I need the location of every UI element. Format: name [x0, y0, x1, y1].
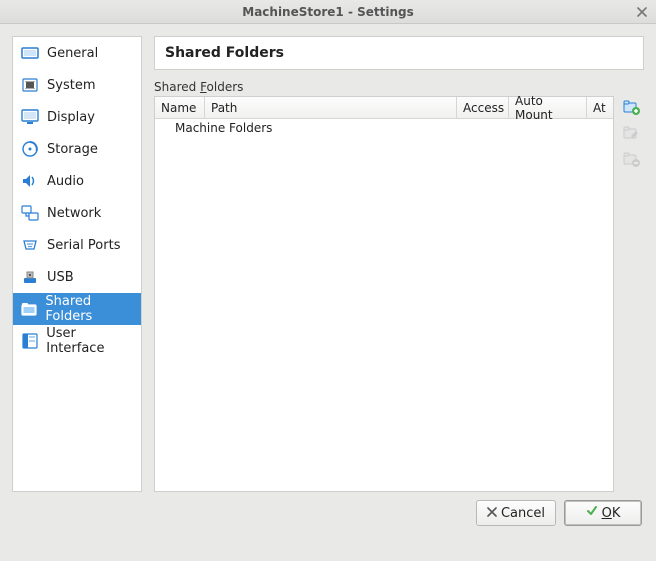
add-shared-folder-button[interactable] — [621, 96, 643, 118]
sidebar-item-label: USB — [47, 270, 74, 285]
edit-shared-folder-button — [621, 122, 643, 144]
sidebar-item-display[interactable]: Display — [13, 101, 141, 133]
sidebar-item-label: Audio — [47, 174, 84, 189]
sidebar-item-serial-ports[interactable]: Serial Ports — [13, 229, 141, 261]
close-icon[interactable] — [634, 4, 650, 20]
column-header-name[interactable]: Name — [155, 97, 205, 118]
column-header-access[interactable]: Access — [457, 97, 509, 118]
shared-folders-tree[interactable]: Name Path Access Auto Mount At Machine F… — [154, 96, 614, 492]
sidebar-item-shared-folders[interactable]: Shared Folders — [13, 293, 141, 325]
section-label-shared-folders: Shared Folders — [154, 80, 644, 94]
network-icon — [19, 202, 41, 224]
main-panel: Shared Folders Shared Folders Name Path … — [154, 36, 644, 492]
dialog-button-row: Cancel OK — [12, 500, 644, 526]
ok-button[interactable]: OK — [564, 500, 642, 526]
sidebar-item-label: Serial Ports — [47, 238, 120, 253]
folder-edit-icon — [623, 124, 641, 142]
tree-group-machine-folders[interactable]: Machine Folders — [155, 119, 613, 137]
sidebar-item-system[interactable]: System — [13, 69, 141, 101]
audio-icon — [19, 170, 41, 192]
user-interface-icon — [19, 330, 40, 352]
folder-add-icon — [623, 98, 641, 116]
display-icon — [19, 106, 41, 128]
sidebar-item-label: User Interface — [46, 326, 135, 356]
tree-header: Name Path Access Auto Mount At — [155, 97, 613, 119]
cancel-button-label: Cancel — [501, 506, 545, 521]
sidebar-item-general[interactable]: General — [13, 37, 141, 69]
cancel-icon — [487, 506, 497, 521]
ok-button-label: OK — [602, 506, 621, 521]
sidebar-item-label: Storage — [47, 142, 98, 157]
usb-icon — [19, 266, 41, 288]
page-title: Shared Folders — [154, 36, 644, 70]
page-title-text: Shared Folders — [165, 45, 284, 61]
sidebar-item-usb[interactable]: USB — [13, 261, 141, 293]
column-header-at[interactable]: At — [587, 97, 613, 118]
settings-sidebar: General System Display Storage — [12, 36, 142, 492]
sidebar-item-user-interface[interactable]: User Interface — [13, 325, 141, 357]
window-title: MachineStore1 - Settings — [242, 5, 414, 19]
sidebar-item-label: Display — [47, 110, 95, 125]
general-icon — [19, 42, 41, 64]
sidebar-item-storage[interactable]: Storage — [13, 133, 141, 165]
ok-icon — [586, 505, 598, 521]
sidebar-item-audio[interactable]: Audio — [13, 165, 141, 197]
sidebar-item-label: Network — [47, 206, 101, 221]
column-header-path[interactable]: Path — [205, 97, 457, 118]
titlebar: MachineStore1 - Settings — [0, 0, 656, 24]
sidebar-item-label: System — [47, 78, 95, 93]
shared-folders-icon — [19, 298, 39, 320]
sidebar-item-network[interactable]: Network — [13, 197, 141, 229]
folder-remove-icon — [623, 150, 641, 168]
serial-icon — [19, 234, 41, 256]
sidebar-item-label: General — [47, 46, 98, 61]
tree-body: Machine Folders — [155, 119, 613, 491]
system-icon — [19, 74, 41, 96]
storage-icon — [19, 138, 41, 160]
column-header-auto-mount[interactable]: Auto Mount — [509, 97, 587, 118]
remove-shared-folder-button — [621, 148, 643, 170]
sidebar-item-label: Shared Folders — [45, 294, 135, 324]
shared-folder-side-buttons — [620, 96, 644, 492]
cancel-button[interactable]: Cancel — [476, 500, 556, 526]
